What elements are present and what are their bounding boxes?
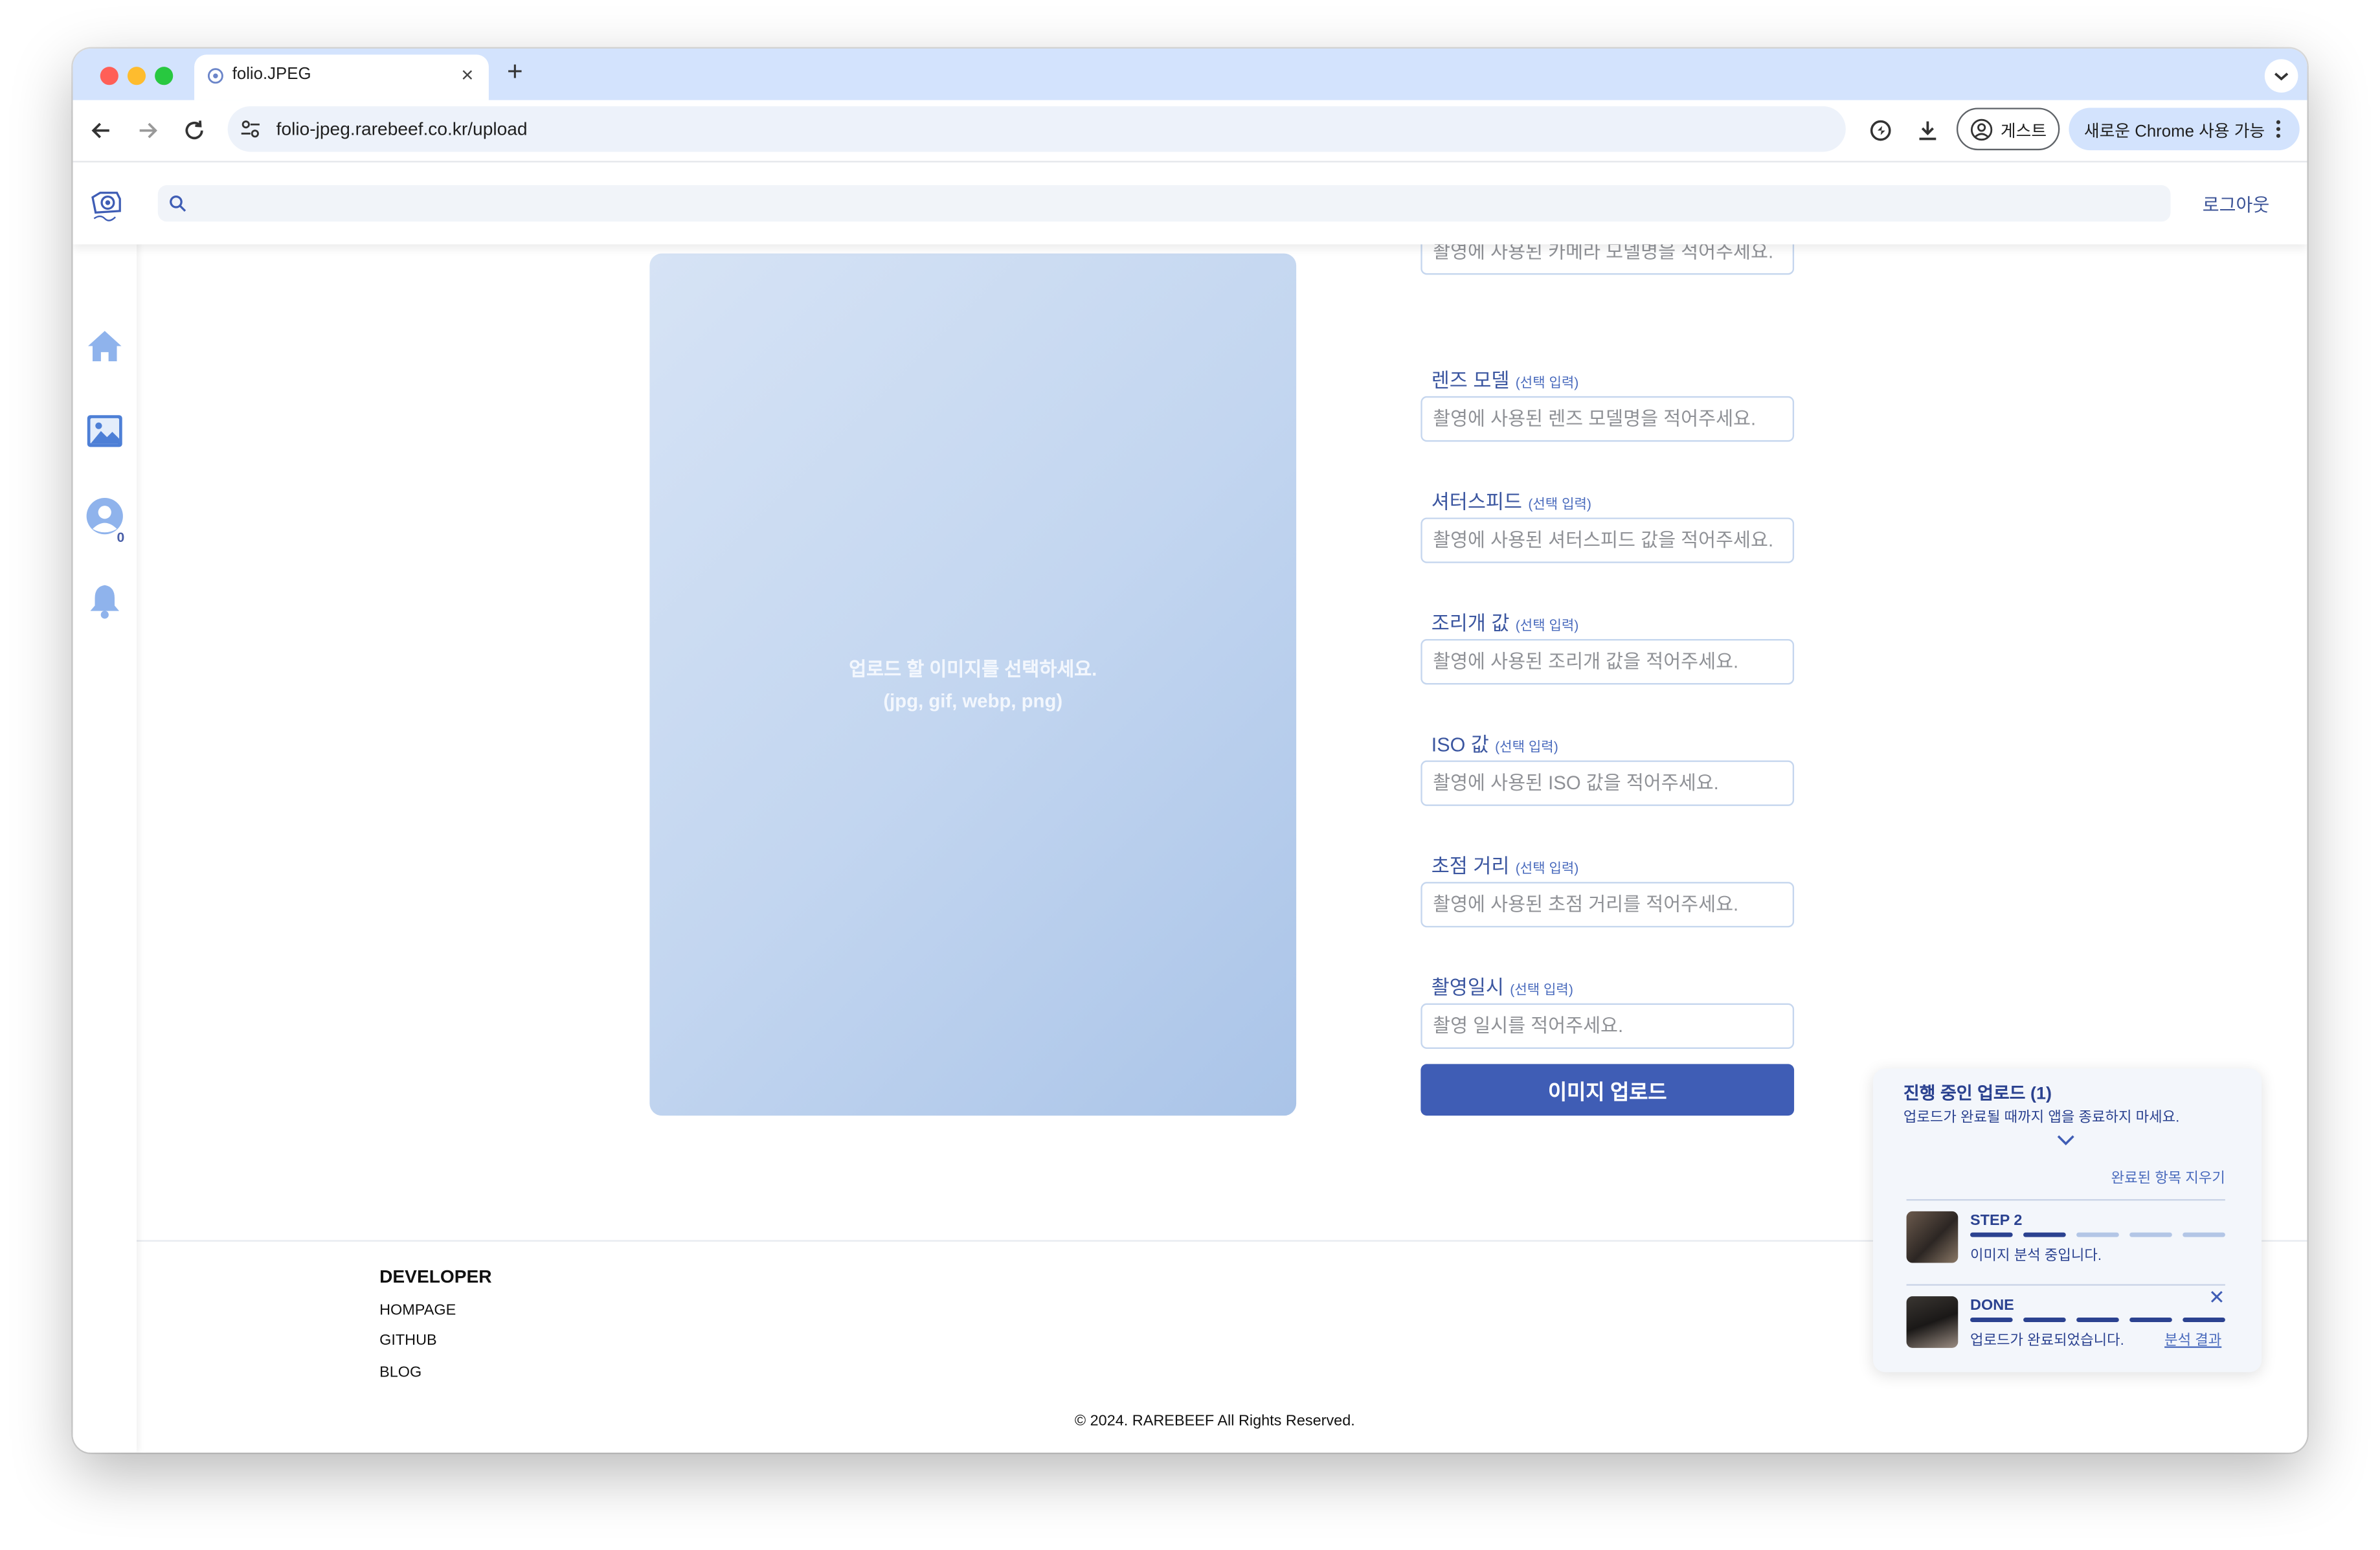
image-upload-dropzone[interactable]: 업로드 할 이미지를 선택하세요. (jpg, gif, webp, png) xyxy=(649,253,1297,1116)
lens-model-input[interactable] xyxy=(1420,396,1795,442)
reload-icon[interactable] xyxy=(179,115,210,146)
footer-link-github[interactable]: GITHUB xyxy=(379,1332,437,1349)
footer-heading: DEVELOPER xyxy=(379,1266,492,1288)
gallery-icon[interactable] xyxy=(85,411,124,451)
job-thumbnail xyxy=(1906,1211,1959,1263)
web-page: 로그아웃 0 업로드 할 이미지를 선택하세요. (jpg, gif, webp… xyxy=(73,162,2307,1453)
focal-length-label-text: 초점 거리 xyxy=(1431,854,1510,878)
shot-date-label: 촬영일시 (선택 입력) xyxy=(1431,971,1573,1000)
dropzone-instructions: 업로드 할 이미지를 선택하세요. (jpg, gif, webp, png) xyxy=(649,654,1296,717)
extension-icon[interactable] xyxy=(1865,115,1896,146)
lens-model-label-text: 렌즈 모델 xyxy=(1431,368,1510,392)
job-thumbnail xyxy=(1906,1296,1959,1348)
chevron-down-icon xyxy=(2274,73,2289,81)
progress-segment xyxy=(1970,1232,2013,1237)
copyright: © 2024. RAREBEEF All Rights Reserved. xyxy=(1074,1413,1355,1430)
zoom-window-button[interactable] xyxy=(155,67,174,85)
forward-arrow-icon[interactable] xyxy=(132,115,163,146)
optional-tag: (선택 입력) xyxy=(1510,982,1573,998)
more-menu-icon xyxy=(2276,120,2280,138)
aperture-label: 조리개 값 (선택 입력) xyxy=(1431,607,1579,636)
lens-model-label: 렌즈 모델 (선택 입력) xyxy=(1431,365,1579,394)
download-icon[interactable] xyxy=(1913,115,1943,146)
update-label: 새로운 Chrome 사용 가능 xyxy=(2083,122,2265,142)
job-message: 이미지 분석 중입니다. xyxy=(1970,1248,2102,1264)
job-step: DONE xyxy=(1970,1297,2014,1315)
footer-link-blog[interactable]: BLOG xyxy=(379,1365,421,1382)
dropzone-line-1: 업로드 할 이미지를 선택하세요. xyxy=(849,658,1097,680)
panel-subtitle: 업로드가 완료될 때까지 앱을 종료하지 마세요. xyxy=(1903,1109,2180,1127)
shot-date-label-text: 촬영일시 xyxy=(1431,976,1504,999)
clear-completed-button[interactable]: 완료된 항목 지우기 xyxy=(2111,1165,2225,1187)
optional-tag: (선택 입력) xyxy=(1515,375,1579,390)
iso-label-text: ISO 값 xyxy=(1431,733,1489,756)
progress-segment xyxy=(1970,1317,2013,1322)
folio-logo-icon[interactable] xyxy=(87,184,126,223)
upload-progress-panel: 진행 중인 업로드 (1) 업로드가 완료될 때까지 앱을 종료하지 마세요. … xyxy=(1872,1068,2262,1373)
progress-segment xyxy=(2129,1317,2172,1322)
optional-tag: (선택 입력) xyxy=(1495,739,1558,755)
progress-segment xyxy=(2183,1317,2225,1322)
progress-segment xyxy=(2023,1317,2066,1322)
guest-profile-button[interactable]: 게스트 xyxy=(1956,107,2060,151)
site-header: 로그아웃 xyxy=(73,162,2307,245)
dropzone-line-2: (jpg, gif, webp, png) xyxy=(883,690,1063,712)
iso-input[interactable] xyxy=(1420,760,1795,806)
close-tab-icon[interactable]: × xyxy=(461,62,473,87)
browser-window: folio.JPEG × + folio-jpeg.rarebeef.co.kr… xyxy=(73,49,2307,1453)
tab-strip: folio.JPEG × + xyxy=(73,49,2307,100)
sidebar: 0 xyxy=(73,162,137,1453)
shot-date-input[interactable] xyxy=(1420,1003,1795,1049)
progress-segment xyxy=(2076,1232,2119,1237)
address-bar[interactable]: folio-jpeg.rarebeef.co.kr/upload xyxy=(227,106,1846,152)
search-icon xyxy=(170,195,186,212)
footer-link-homepage[interactable]: HOMPAGE xyxy=(379,1302,456,1319)
panel-title: 진행 중인 업로드 (1) xyxy=(1903,1085,2052,1104)
profile-icon xyxy=(1970,118,1993,141)
browser-tab[interactable]: folio.JPEG × xyxy=(194,54,489,100)
progress-segment xyxy=(2129,1232,2172,1237)
shutter-speed-label: 셔터스피드 (선택 입력) xyxy=(1431,486,1591,515)
home-icon[interactable] xyxy=(85,326,124,366)
url-text: folio-jpeg.rarebeef.co.kr/upload xyxy=(276,118,528,140)
progress-segment xyxy=(2076,1317,2119,1322)
divider xyxy=(1906,1199,2225,1201)
back-arrow-icon[interactable] xyxy=(87,115,117,146)
browser-toolbar: folio-jpeg.rarebeef.co.kr/upload 게스트 새로운… xyxy=(73,100,2307,163)
progress-segment xyxy=(2023,1232,2066,1237)
close-icon[interactable]: ✕ xyxy=(2208,1286,2225,1310)
site-search-bar[interactable] xyxy=(157,185,2171,222)
optional-tag: (선택 입력) xyxy=(1515,860,1579,876)
minimize-window-button[interactable] xyxy=(127,67,146,85)
aperture-input[interactable] xyxy=(1420,638,1795,685)
job-message: 업로드가 완료되었습니다. xyxy=(1970,1332,2124,1350)
optional-tag: (선택 입력) xyxy=(1515,618,1579,633)
collapse-chevron-icon[interactable] xyxy=(2055,1132,2076,1147)
divider xyxy=(1906,1284,2225,1286)
notification-count: 0 xyxy=(117,530,125,545)
optional-tag: (선택 입력) xyxy=(1528,496,1591,512)
job-step: STEP 2 xyxy=(1970,1213,2023,1230)
chrome-update-button[interactable]: 새로운 Chrome 사용 가능 xyxy=(2069,107,2300,151)
focal-length-input[interactable] xyxy=(1420,882,1795,928)
site-favicon-icon xyxy=(207,68,223,84)
guest-label: 게스트 xyxy=(2000,122,2047,142)
new-tab-icon[interactable]: + xyxy=(507,56,523,88)
focal-length-label: 초점 거리 (선택 입력) xyxy=(1431,850,1579,879)
analysis-result-link[interactable]: 분석 결과 xyxy=(2164,1328,2221,1349)
logout-button[interactable]: 로그아웃 xyxy=(2203,191,2270,217)
tab-search-button[interactable] xyxy=(2264,59,2298,93)
iso-label: ISO 값 (선택 입력) xyxy=(1431,728,1558,758)
close-window-button[interactable] xyxy=(100,67,118,85)
progress-segment xyxy=(2183,1232,2225,1237)
image-upload-button[interactable]: 이미지 업로드 xyxy=(1420,1064,1795,1116)
shutter-speed-label-text: 셔터스피드 xyxy=(1431,490,1522,513)
aperture-label-text: 조리개 값 xyxy=(1431,611,1510,635)
bell-icon[interactable] xyxy=(85,581,124,621)
shutter-speed-input[interactable] xyxy=(1420,517,1795,563)
tab-title: folio.JPEG xyxy=(232,65,311,84)
site-settings-icon[interactable] xyxy=(240,118,261,140)
